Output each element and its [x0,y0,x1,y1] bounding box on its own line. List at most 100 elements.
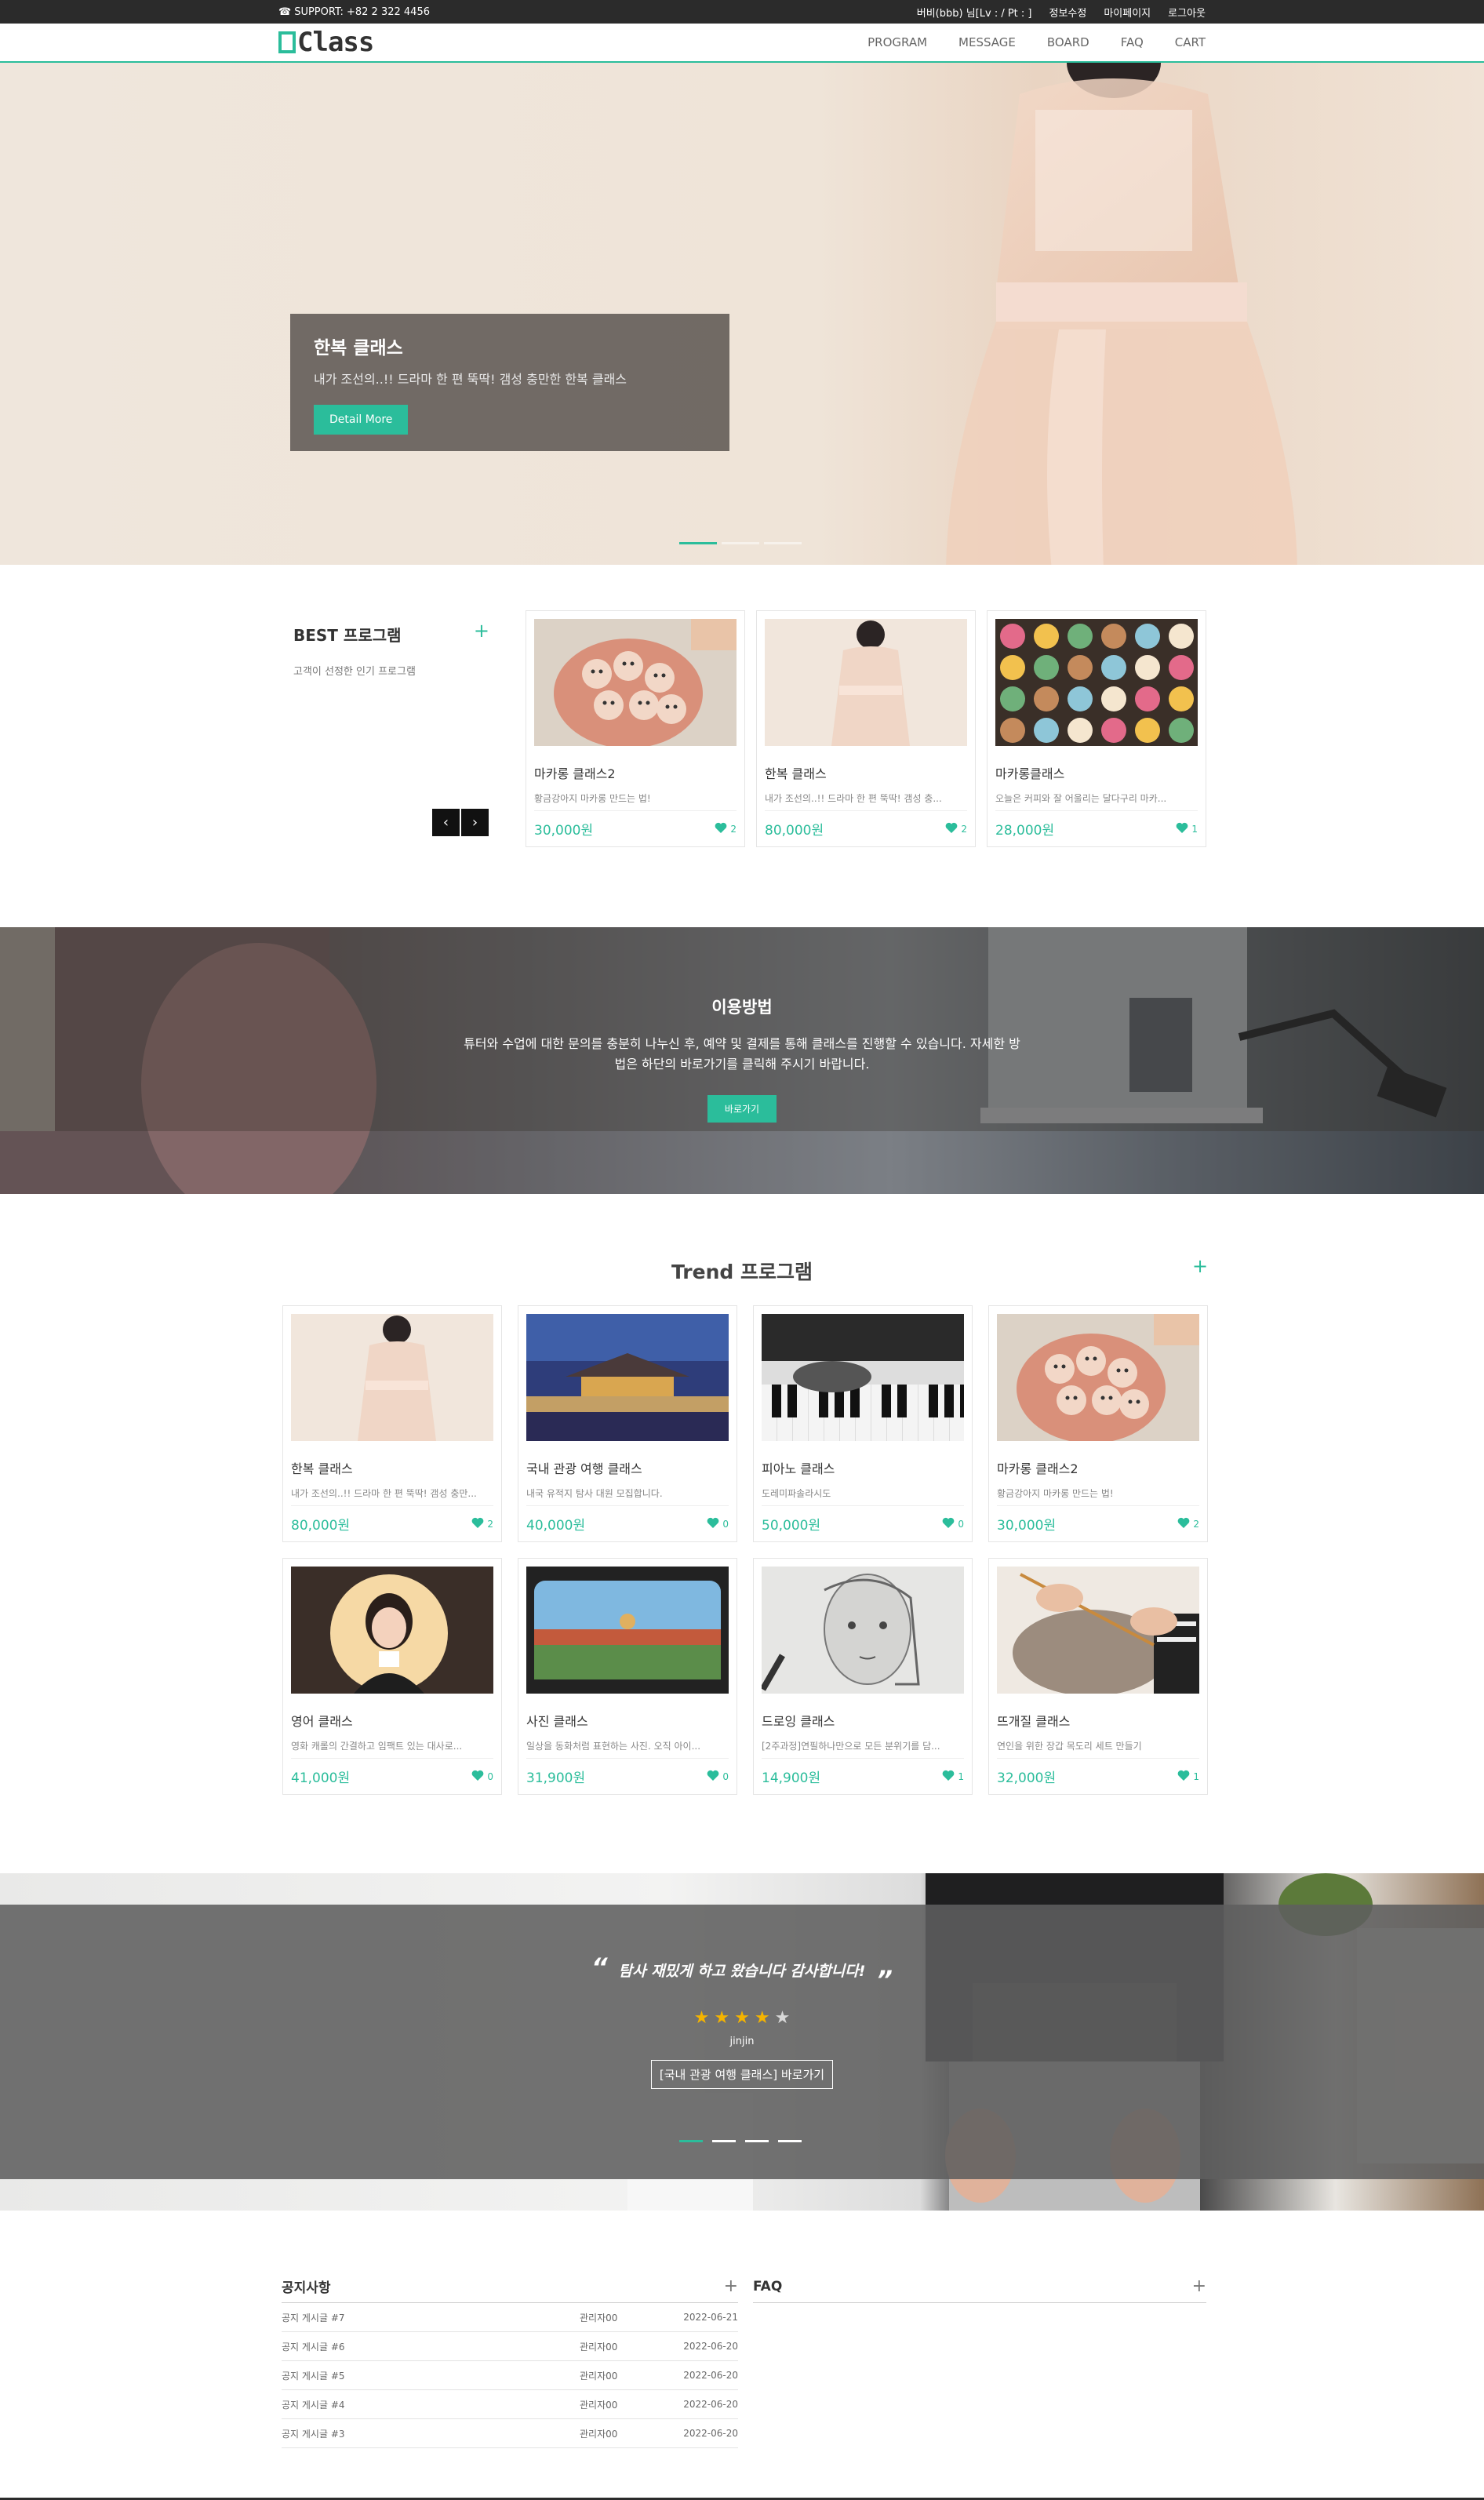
like-button[interactable]: 2 [715,822,737,835]
hero-dot[interactable] [679,542,717,544]
nav-cart[interactable]: CART [1175,35,1206,49]
notice-row-title[interactable]: 공지 게시글 #6 [282,2340,580,2353]
card-title[interactable]: 국내 관광 여행 클래스 [526,1458,729,1477]
review-dot[interactable] [778,2140,802,2142]
review-dot[interactable] [712,2140,736,2142]
like-button[interactable]: 2 [471,1517,493,1530]
logo[interactable]: Class [278,27,374,58]
like-button[interactable]: 0 [942,1517,964,1530]
card-title[interactable]: 영어 클래스 [291,1711,493,1730]
like-button[interactable]: 1 [1176,822,1198,835]
notice-row-date: 2022-06-20 [683,2399,738,2410]
like-button[interactable]: 2 [945,822,967,835]
faq-panel: FAQ + [753,2276,1206,2303]
faq-more-plus-icon[interactable]: + [1192,2276,1206,2296]
card-title[interactable]: 마카롱 클래스2 [997,1458,1199,1477]
program-card[interactable]: 국내 관광 여행 클래스 내국 유적지 탐사 대원 모집합니다. 40,000원 0 [518,1305,737,1542]
review-content: “ 탐사 재밌게 하고 왔습니다 감사합니다! ” ★ ★ ★ ★ ★ jinjin [… [0,1955,1484,2089]
nav-board[interactable]: BOARD [1047,35,1089,49]
nav-message[interactable]: MESSAGE [958,35,1016,49]
like-button[interactable]: 0 [707,1517,729,1530]
like-button[interactable]: 1 [1177,1770,1199,1783]
macaron-thumbnail-image[interactable] [997,1314,1199,1441]
usage-title: 이용방법 [711,998,773,1017]
program-card[interactable]: 드로잉 클래스 [2주과정]연필하나만으로 모든 분위기를 담... 14,900원… [753,1558,973,1795]
nav-program[interactable]: PROGRAM [867,35,927,49]
card-title[interactable]: 한복 클래스 [765,763,967,782]
like-count: 2 [487,1518,493,1530]
mypage-link[interactable]: 마이페이지 [1104,5,1151,20]
best-more-plus-icon[interactable]: + [474,620,489,642]
card-title[interactable]: 피아노 클래스 [762,1458,964,1477]
macaron-box-thumbnail-image[interactable] [995,619,1198,746]
piano-thumbnail-image[interactable] [762,1314,964,1441]
logout-link[interactable]: 로그아웃 [1168,5,1206,20]
like-button[interactable]: 0 [707,1770,729,1783]
like-count: 1 [958,1770,964,1782]
notice-row[interactable]: 공지 게시글 #7 관리자00 2022-06-21 [282,2303,738,2332]
card-description: 연인을 위한 장갑 목도리 세트 만들기 [997,1741,1142,1752]
card-description: 오늘은 커피와 잘 어울리는 달다구리 마카... [995,793,1167,804]
card-title[interactable]: 한복 클래스 [291,1458,493,1477]
card-title[interactable]: 뜨개질 클래스 [997,1711,1199,1730]
program-card[interactable]: 한복 클래스 내가 조선의..!! 드라마 한 편 뚝딱! 갬성 충만... 80,… [282,1305,502,1542]
edit-info-link[interactable]: 정보수정 [1049,5,1087,20]
program-card[interactable]: 마카롱 클래스2 황금강아지 마카롱 만드는 법! 30,000원 2 [526,610,745,847]
review-dot[interactable] [745,2140,769,2142]
program-card[interactable]: 뜨개질 클래스 연인을 위한 장갑 목도리 세트 만들기 32,000원 1 [988,1558,1208,1795]
notice-row-writer: 관리자00 [580,2428,618,2440]
portrait-thumbnail-image[interactable] [291,1567,493,1694]
heart-icon [945,822,958,835]
hanbok-thumbnail-image[interactable] [291,1314,493,1441]
review-quote: “ 탐사 재밌게 하고 왔습니다 감사합니다! ” [591,1955,893,1992]
program-card[interactable]: 피아노 클래스 도레미파솔라시도 50,000원 0 [753,1305,973,1542]
header: Class PROGRAM MESSAGE BOARD FAQ CART [0,24,1484,63]
program-card[interactable]: 영어 클래스 영화 캐롤의 간결하고 임팩트 있는 대사로... 41,000원 0 [282,1558,502,1795]
notice-more-plus-icon[interactable]: + [724,2276,738,2296]
program-card[interactable]: 한복 클래스 내가 조선의..!! 드라마 한 편 뚝딱! 갬성 충... 80,0… [756,610,976,847]
next-arrow-icon[interactable]: › [460,808,489,837]
heart-icon [1177,1770,1190,1783]
notice-row-title[interactable]: 공지 게시글 #5 [282,2369,580,2382]
hero-dot[interactable] [764,542,802,544]
notice-row[interactable]: 공지 게시글 #4 관리자00 2022-06-20 [282,2390,738,2419]
notice-row[interactable]: 공지 게시글 #5 관리자00 2022-06-20 [282,2361,738,2390]
notice-row-title[interactable]: 공지 게시글 #4 [282,2398,580,2411]
card-price: 80,000원 [765,823,824,839]
card-title[interactable]: 드로잉 클래스 [762,1711,964,1730]
like-button[interactable]: 0 [471,1770,493,1783]
macaron-thumbnail-image[interactable] [534,619,737,746]
program-card[interactable]: 마카롱 클래스2 황금강아지 마카롱 만드는 법! 30,000원 2 [988,1305,1208,1542]
notice-header: 공지사항 + [282,2276,738,2303]
program-card[interactable]: 사진 클래스 일상을 동화처럼 표현하는 사진. 오직 아이... 31,900원 0 [518,1558,737,1795]
notice-row-title[interactable]: 공지 게시글 #3 [282,2427,580,2440]
trend-more-plus-icon[interactable]: + [1192,1255,1208,1277]
notice-row-title[interactable]: 공지 게시글 #7 [282,2311,580,2324]
palace-thumbnail-image[interactable] [526,1314,729,1441]
review-class-link[interactable]: [국내 관광 여행 클래스] 바로가기 [650,2060,834,2089]
notice-row[interactable]: 공지 게시글 #6 관리자00 2022-06-20 [282,2332,738,2361]
review-dot[interactable] [679,2140,703,2142]
notice-row[interactable]: 공지 게시글 #3 관리자00 2022-06-20 [282,2419,738,2448]
program-card[interactable]: 마카롱클래스 오늘은 커피와 잘 어울리는 달다구리 마카... 28,000원 1 [987,610,1206,847]
phone-thumbnail-image[interactable] [526,1567,729,1694]
user-level-link[interactable]: 버비(bbb) 님[Lv : / Pt : ] [917,5,1032,20]
like-button[interactable]: 1 [942,1770,964,1783]
knitting-thumbnail-image[interactable] [997,1567,1199,1694]
detail-more-button[interactable]: Detail More [314,405,409,435]
prev-arrow-icon[interactable]: ‹ [431,808,460,837]
card-footer: 30,000원 2 [997,1505,1199,1534]
like-button[interactable]: 2 [1177,1517,1199,1530]
card-title[interactable]: 사진 클래스 [526,1711,729,1730]
card-price: 50,000원 [762,1518,821,1534]
nav-faq[interactable]: FAQ [1121,35,1144,49]
card-title[interactable]: 마카롱클래스 [995,763,1198,782]
usage-go-button[interactable]: 바로가기 [707,1095,777,1123]
drawing-thumbnail-image[interactable] [762,1567,964,1694]
main-nav: PROGRAM MESSAGE BOARD FAQ CART [867,35,1206,49]
heart-icon [942,1770,955,1783]
hero-dot[interactable] [722,542,759,544]
hanbok-thumbnail-image[interactable] [765,619,967,746]
top-bar: ☎ SUPPORT: +82 2 322 4456 버비(bbb) 님[Lv :… [0,0,1484,24]
card-title[interactable]: 마카롱 클래스2 [534,763,737,782]
